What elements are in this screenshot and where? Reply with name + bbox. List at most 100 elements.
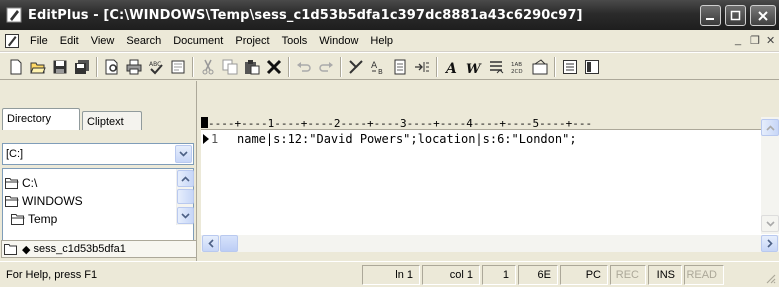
editor-horizontal-scrollbar[interactable]	[201, 234, 779, 252]
status-bar: For Help, press F1 ln 1 col 1 1 6E PC RE…	[0, 261, 779, 287]
svg-text:A: A	[444, 61, 457, 75]
status-read: READ	[684, 265, 724, 285]
indent-button[interactable]	[412, 57, 432, 77]
drive-select[interactable]: [C:]	[2, 143, 194, 165]
window-title: EditPlus - [C:\WINDOWS\Temp\sess_c1d53b5…	[28, 7, 583, 23]
tab-cliptext[interactable]: Cliptext	[82, 111, 142, 130]
scroll-up-button[interactable]	[177, 170, 194, 187]
menu-document[interactable]: Document	[167, 35, 229, 47]
toolbar-separator	[436, 57, 438, 77]
svg-text:2CD: 2CD	[511, 69, 523, 75]
mdi-close-button[interactable]: ✕	[766, 34, 775, 47]
delete-button[interactable]	[264, 57, 284, 77]
toolbar-separator	[288, 57, 290, 77]
chevron-right-icon	[766, 239, 773, 248]
editor-scroll-down-button[interactable]	[761, 215, 779, 232]
mdi-minimize-button[interactable]: _	[735, 34, 741, 46]
editor-area[interactable]: 1 name|s:12:"David Powers";location|s:6:…	[201, 129, 761, 234]
line-number-button[interactable]: 1AB 2CD	[508, 57, 528, 77]
line-number: 1	[211, 132, 219, 146]
font-button[interactable]: A	[442, 57, 462, 77]
copy-button[interactable]	[220, 57, 240, 77]
tree-scrollbar[interactable]	[176, 169, 194, 225]
open-icon	[30, 62, 46, 74]
open-button[interactable]	[28, 57, 48, 77]
print-icon	[126, 59, 142, 75]
status-file-format[interactable]: PC	[560, 265, 608, 285]
menu-help[interactable]: Help	[364, 35, 399, 47]
resize-grip-icon[interactable]	[764, 272, 776, 284]
status-column: col 1	[422, 265, 480, 285]
document-tab-icon	[4, 244, 17, 255]
word-wrap-button[interactable]: W	[464, 57, 484, 77]
menu-file[interactable]: File	[24, 35, 54, 47]
status-char-code: 6E	[518, 265, 558, 285]
print-button[interactable]	[124, 57, 144, 77]
undo-button[interactable]	[294, 57, 314, 77]
document-icon[interactable]	[4, 33, 20, 49]
spell-check-button[interactable]: ABC	[146, 57, 166, 77]
horizontal-scroll-thumb[interactable]	[220, 235, 238, 252]
restore-icon	[730, 10, 741, 21]
scroll-down-button[interactable]	[177, 207, 194, 224]
tab-directory[interactable]: Directory	[2, 108, 80, 130]
menu-project[interactable]: Project	[229, 35, 275, 47]
file-icon	[394, 59, 406, 75]
close-icon	[758, 10, 768, 21]
save-button[interactable]	[50, 57, 70, 77]
editplus-app-icon	[6, 7, 22, 23]
bullets-button[interactable]	[486, 57, 506, 77]
tree-item-windows[interactable]: WINDOWS	[5, 193, 83, 208]
print-preview-button[interactable]	[102, 57, 122, 77]
editor-vertical-scrollbar[interactable]	[761, 117, 779, 234]
close-button[interactable]	[750, 5, 776, 26]
drive-dropdown-button[interactable]	[175, 145, 192, 163]
save-all-button[interactable]	[72, 57, 92, 77]
save-icon	[53, 60, 67, 74]
paste-button[interactable]	[242, 57, 262, 77]
cut-button[interactable]	[198, 57, 218, 77]
replace-icon: AB	[371, 61, 383, 75]
scroll-right-button[interactable]	[761, 235, 778, 252]
find-button[interactable]	[346, 57, 366, 77]
file-tab[interactable]: ◆ sess_c1d53b5dfa1	[1, 240, 197, 258]
editor-scroll-up-button[interactable]	[761, 119, 779, 136]
file-tab-label: sess_c1d53b5dfa1	[33, 243, 126, 255]
scroll-left-button[interactable]	[202, 235, 219, 252]
title-bar[interactable]: EditPlus - [C:\WINDOWS\Temp\sess_c1d53b5…	[0, 0, 779, 30]
svg-text:A: A	[371, 61, 378, 71]
menu-tools[interactable]: Tools	[276, 35, 314, 47]
redo-button[interactable]	[316, 57, 336, 77]
font-icon: A	[444, 61, 457, 75]
preferences-button[interactable]	[530, 57, 550, 77]
folder-open-icon	[5, 195, 19, 207]
browser-view-button[interactable]	[168, 57, 188, 77]
file-manager-button[interactable]	[390, 57, 410, 77]
indent-icon	[415, 62, 429, 72]
replace-button[interactable]: AB	[368, 57, 388, 77]
word-wrap-icon: W	[466, 62, 482, 75]
svg-text:1AB: 1AB	[511, 62, 522, 68]
tree-item-c-drive[interactable]: C:\	[5, 175, 37, 190]
toolbar-separator	[554, 57, 556, 77]
menu-edit[interactable]: Edit	[54, 35, 85, 47]
preferences-icon	[532, 59, 548, 75]
menu-view[interactable]: View	[85, 35, 121, 47]
ruler-text: ----+----1----+----2----+----3----+----4…	[208, 117, 593, 130]
scroll-thumb[interactable]	[177, 189, 194, 204]
mdi-restore-button[interactable]: ❐	[750, 34, 760, 47]
minimize-button[interactable]	[700, 5, 721, 26]
dir-icon	[585, 60, 599, 74]
menu-search[interactable]: Search	[120, 35, 167, 47]
cliptext-toggle-button[interactable]	[560, 57, 580, 77]
new-button[interactable]	[6, 57, 26, 77]
code-line[interactable]: name|s:12:"David Powers";location|s:6:"L…	[237, 132, 577, 146]
tree-item-temp[interactable]: Temp	[11, 211, 57, 226]
line-number-icon: 1AB2CD	[511, 62, 523, 75]
directory-toggle-button[interactable]	[582, 57, 602, 77]
find-icon	[349, 60, 363, 74]
toolbar-separator	[192, 57, 194, 77]
menu-window[interactable]: Window	[313, 35, 364, 47]
restore-button[interactable]	[725, 5, 746, 26]
redo-icon	[319, 62, 333, 72]
